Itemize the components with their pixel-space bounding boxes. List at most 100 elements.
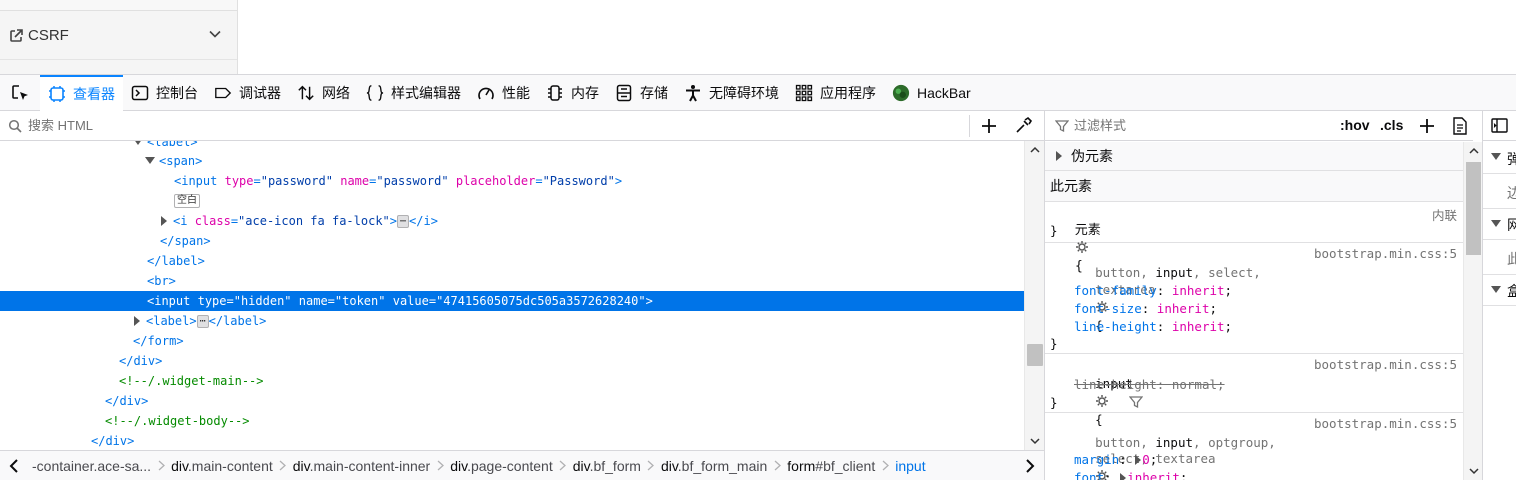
expand-triangle-icon[interactable] (1119, 473, 1127, 480)
overridden-declaration[interactable]: line-height: normal; (1074, 376, 1225, 409)
bootstrap-rule-input[interactable]: input { bootstrap.min.css:5 line-height:… (1045, 354, 1463, 427)
side-section-grid[interactable]: 网 (1483, 209, 1516, 240)
css-property[interactable]: margin (1074, 452, 1119, 467)
css-value[interactable]: inherit (1157, 301, 1210, 316)
scroll-up-icon[interactable] (1469, 147, 1479, 155)
css-value[interactable]: inherit (1172, 283, 1225, 298)
eyedropper-icon[interactable] (1013, 116, 1033, 136)
markup-node-line[interactable]: <input type="hidden" name="token" value=… (0, 291, 1024, 311)
rule-source[interactable]: bootstrap.min.css:5 (1314, 357, 1457, 372)
breadcrumb-item[interactable]: form#bf_client (783, 458, 879, 474)
breadcrumb-scroll-right[interactable] (1016, 451, 1044, 480)
css-declaration[interactable]: font-family: inherit; (1074, 282, 1232, 300)
whitespace-badge[interactable]: 空白 (174, 194, 200, 208)
css-property[interactable]: font (1074, 470, 1104, 480)
sidebar-top-strip (0, 0, 237, 11)
bootstrap-rule-form-controls[interactable]: button, input, select, bootstrap.min.css… (1045, 243, 1463, 354)
breadcrumb-item[interactable]: div.main-content-inner (289, 458, 434, 474)
tab-inspector[interactable]: 查看器 (40, 74, 123, 111)
css-declaration[interactable]: font-size: inherit; (1074, 300, 1217, 318)
breadcrumb-item[interactable]: div.main-content (167, 458, 277, 474)
markup-node-line[interactable]: </div> (0, 351, 1024, 371)
tab-style-editor[interactable]: 样式编辑器 (358, 75, 469, 111)
page-content-area: CSRF (0, 0, 1516, 75)
sidebar-item-csrf[interactable]: CSRF (0, 12, 237, 60)
tab-memory[interactable]: 内存 (538, 75, 607, 111)
markup-node-line[interactable]: 空白 (0, 189, 1024, 209)
tab-storage[interactable]: 存储 (607, 75, 676, 111)
collapsed-content-ellipsis[interactable]: ⋯ (196, 315, 209, 328)
markup-scroll-thumb[interactable] (1027, 344, 1043, 366)
rules-scroll-thumb[interactable] (1466, 162, 1481, 255)
css-declaration[interactable]: font: inherit; (1074, 469, 1187, 480)
markup-node-line[interactable]: </span> (0, 231, 1024, 251)
css-declaration[interactable]: margin: 0; (1074, 451, 1157, 469)
css-property[interactable]: font-family (1074, 283, 1157, 298)
rule-source[interactable]: bootstrap.min.css:5 (1314, 246, 1457, 261)
add-rule-icon[interactable] (1418, 117, 1436, 135)
element-picker-button[interactable] (0, 75, 40, 111)
css-value[interactable]: inherit (1172, 319, 1225, 334)
breadcrumb-separator-icon (277, 460, 289, 471)
bootstrap-rule-form-fonts[interactable]: button, input, optgroup, bootstrap.min.c… (1045, 413, 1463, 480)
rule-source[interactable]: 内联 (1432, 205, 1457, 224)
filter-styles-input[interactable] (1074, 118, 1314, 133)
tab-application[interactable]: 应用程序 (787, 75, 884, 111)
breadcrumb-selector: #bf_client (815, 457, 876, 474)
side-section-box-model[interactable]: 盒 (1483, 275, 1516, 306)
css-value[interactable]: 0 (1142, 452, 1150, 467)
tab-hackbar[interactable]: HackBar (884, 75, 979, 111)
markup-node-line[interactable]: </label> (0, 251, 1024, 271)
search-html-input[interactable] (28, 118, 928, 133)
tab-console[interactable]: 控制台 (123, 75, 206, 111)
scroll-up-icon[interactable] (1030, 146, 1040, 154)
breadcrumb-item[interactable]: div.bf_form (569, 458, 645, 474)
breadcrumb-selector: .page-content (467, 457, 553, 474)
markup-node-line[interactable]: <span> (0, 151, 1024, 171)
css-property[interactable]: line-height (1074, 377, 1157, 392)
css-value[interactable]: normal (1172, 377, 1217, 392)
markup-node-line[interactable]: </div> (0, 391, 1024, 411)
hov-toggle-button[interactable]: :hov (1340, 117, 1370, 133)
rules-scrollbar[interactable] (1463, 142, 1482, 480)
inspector-icon (48, 85, 66, 103)
tab-network[interactable]: 网络 (289, 75, 358, 111)
css-property[interactable]: font-size (1074, 301, 1142, 316)
markup-node-line[interactable]: </div> (0, 431, 1024, 450)
tab-debugger[interactable]: 调试器 (206, 75, 289, 111)
add-node-icon[interactable] (979, 116, 999, 136)
scroll-down-icon[interactable] (1030, 437, 1040, 445)
side-section-flexbox[interactable]: 弹 (1483, 141, 1516, 174)
collapsed-content-ellipsis[interactable]: ⋯ (397, 215, 410, 228)
markup-node-line[interactable]: <input type="password" name="password" p… (0, 171, 1024, 191)
cls-toggle-button[interactable]: .cls (1380, 117, 1403, 133)
css-value[interactable]: inherit (1127, 470, 1180, 480)
tab-accessibility[interactable]: 无障碍环境 (676, 75, 787, 111)
breadcrumb-item[interactable]: div.bf_form_main (657, 458, 771, 474)
breadcrumb-scroll-left[interactable] (0, 451, 28, 480)
tab-label: 网络 (322, 84, 350, 101)
pseudo-elements-section[interactable]: 伪元素 (1045, 142, 1463, 171)
markup-node-line[interactable]: </form> (0, 331, 1024, 351)
markup-scrollbar[interactable] (1024, 141, 1044, 450)
filter-icon[interactable] (1129, 395, 1144, 409)
breadcrumb-item[interactable]: div.page-content (446, 458, 556, 474)
rule-source[interactable]: bootstrap.min.css:5 (1314, 416, 1457, 431)
print-simulation-icon[interactable] (1452, 117, 1468, 135)
side-section-label: 弹 (1507, 149, 1516, 169)
markup-node-line[interactable]: <!--/.widget-body--> (0, 411, 1024, 431)
scroll-down-icon[interactable] (1469, 467, 1479, 475)
breadcrumb-item[interactable]: input (891, 458, 929, 474)
markup-node-line[interactable]: <label> ⋯ </label> (0, 311, 1024, 331)
css-declaration[interactable]: line-height: inherit; (1074, 318, 1232, 336)
tab-performance[interactable]: 性能 (469, 75, 538, 111)
markup-tree[interactable]: <label> <span> <input type="password" name… (0, 141, 1024, 450)
toggle-sidebar-icon[interactable] (1491, 118, 1508, 133)
css-property[interactable]: line-height (1074, 319, 1157, 334)
devtools-toolbar: 查看器 控制台 调试器 网络 样式编辑器 性能 内存 存储 无障碍环境 应用程序 HackBar (0, 74, 1516, 111)
markup-node-line[interactable]: <i class="ace-icon fa fa-lock"> ⋯ </i> (0, 211, 1024, 231)
breadcrumb-item[interactable]: -container.ace-sa... (28, 458, 155, 474)
markup-node-line[interactable]: <br> (0, 271, 1024, 291)
markup-node-line[interactable]: <!--/.widget-main--> (0, 371, 1024, 391)
element-inline-rule[interactable]: 元素 { 内联 } (1045, 202, 1463, 274)
